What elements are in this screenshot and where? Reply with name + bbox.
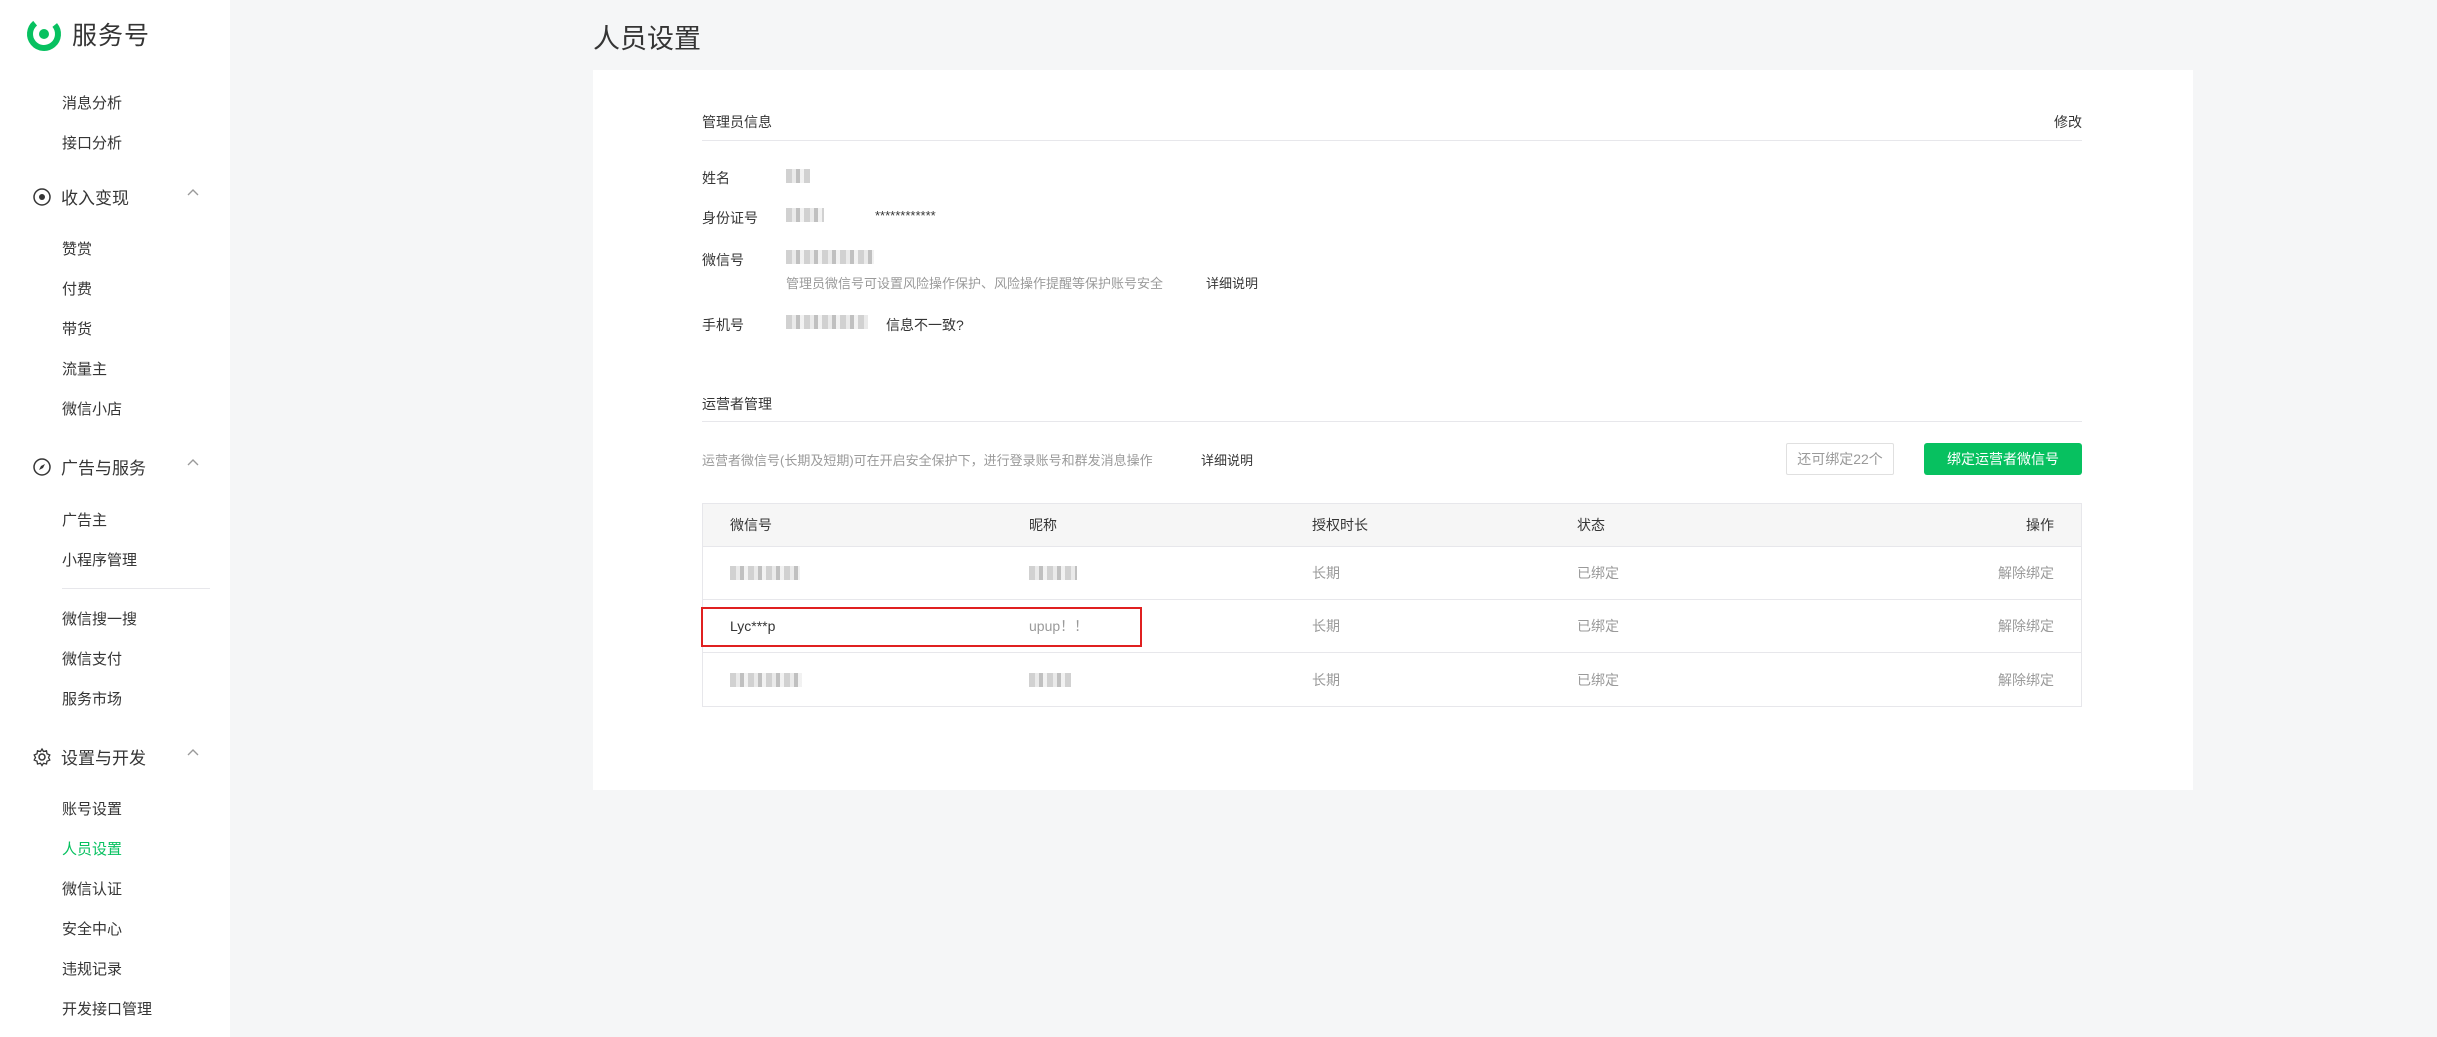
phone-value-redacted — [786, 315, 868, 329]
phone-mismatch-link[interactable]: 信息不一致? — [886, 315, 964, 335]
id-value-masked: ************ — [875, 208, 936, 223]
operators-table: 微信号 昵称 授权时长 状态 操作 长期 已绑定 解除绑定 Lyc***p up… — [702, 503, 2082, 707]
money-circle-icon — [33, 187, 51, 206]
unbind-link[interactable]: 解除绑定 — [1998, 670, 2054, 690]
chevron-up-icon — [187, 749, 199, 756]
sidebar-item-account-settings[interactable]: 账号设置 — [62, 798, 122, 819]
admin-divider — [702, 140, 2082, 141]
sidebar-group-ads-services[interactable]: 广告与服务 — [32, 454, 202, 479]
sidebar-item-goods[interactable]: 带货 — [62, 318, 92, 339]
logo[interactable]: 服务号 — [26, 16, 150, 52]
sidebar-item-paid[interactable]: 付费 — [62, 278, 92, 299]
duration-cell: 长期 — [1312, 671, 1340, 688]
sidebar-item-violations[interactable]: 违规记录 — [62, 958, 122, 979]
bind-operator-button[interactable]: 绑定运营者微信号 — [1924, 443, 2082, 475]
wechat-detail-link[interactable]: 详细说明 — [1206, 273, 1258, 292]
nickname-redacted — [1029, 672, 1071, 687]
page-title: 人员设置 — [593, 24, 701, 54]
col-nickname: 昵称 — [1029, 517, 1057, 533]
unbind-link[interactable]: 解除绑定 — [1998, 563, 2054, 583]
sidebar-item-verification[interactable]: 微信认证 — [62, 878, 122, 899]
status-cell: 已绑定 — [1577, 618, 1619, 634]
remaining-bind-count: 还可绑定22个 — [1786, 443, 1894, 475]
sidebar-item-api-analysis[interactable]: 接口分析 — [62, 132, 122, 153]
sidebar-item-market[interactable]: 服务市场 — [62, 688, 122, 709]
wechat-hint: 管理员微信号可设置风险操作保护、风险操作提醒等保护账号安全 — [786, 276, 1164, 291]
sidebar: 服务号 消息分析 接口分析 收入变现 赞赏 付费 带货 流量主 微信小店 广告与… — [0, 0, 230, 1037]
sidebar-item-reward[interactable]: 赞赏 — [62, 238, 92, 259]
phone-label: 手机号 — [702, 317, 744, 333]
sidebar-group-label: 设置与开发 — [61, 749, 146, 768]
wechat-value-redacted — [786, 250, 874, 264]
sidebar-item-security-center[interactable]: 安全中心 — [62, 918, 122, 939]
sidebar-group-monetization[interactable]: 收入变现 — [32, 184, 202, 209]
name-label: 姓名 — [702, 170, 730, 186]
app-name: 服务号 — [72, 22, 151, 50]
id-label: 身份证号 — [702, 210, 758, 226]
id-value-redacted — [786, 208, 824, 222]
sidebar-item-dev-interface[interactable]: 开发接口管理 — [62, 998, 152, 1019]
settings-card: 管理员信息 修改 姓名 身份证号 ************ 微信号 管理员微信号… — [593, 70, 2193, 790]
admin-section-title: 管理员信息 — [702, 114, 772, 130]
wechat-id-redacted — [730, 566, 800, 580]
logo-icon — [27, 17, 61, 51]
sidebar-item-search[interactable]: 微信搜一搜 — [62, 608, 137, 629]
sidebar-item-pay[interactable]: 微信支付 — [62, 648, 122, 669]
compass-icon — [33, 457, 51, 476]
chevron-up-icon — [187, 459, 199, 466]
nickname-cell: upup！！ — [1029, 618, 1089, 634]
wechat-id-cell: Lyc***p — [730, 618, 776, 634]
operators-section-title: 运营者管理 — [702, 396, 772, 412]
sidebar-divider — [62, 588, 210, 589]
table-row: 长期 已绑定 解除绑定 — [703, 653, 2081, 706]
sidebar-group-label: 收入变现 — [61, 189, 129, 208]
name-value-redacted — [786, 169, 810, 183]
status-cell: 已绑定 — [1577, 671, 1619, 688]
sidebar-item-shop[interactable]: 微信小店 — [62, 398, 122, 419]
col-duration: 授权时长 — [1312, 517, 1368, 533]
operators-divider — [702, 421, 2082, 422]
table-row: Lyc***p upup！！ 长期 已绑定 解除绑定 — [703, 600, 2081, 653]
nickname-redacted — [1029, 566, 1077, 580]
sidebar-item-personnel-settings[interactable]: 人员设置 — [62, 838, 122, 859]
sidebar-group-settings-dev[interactable]: 设置与开发 — [32, 744, 202, 769]
sidebar-group-label: 广告与服务 — [61, 459, 146, 478]
table-row: 长期 已绑定 解除绑定 — [703, 547, 2081, 600]
status-cell: 已绑定 — [1577, 565, 1619, 581]
wechat-label: 微信号 — [702, 252, 744, 268]
wechat-id-redacted — [730, 672, 802, 687]
col-action: 操作 — [2026, 517, 2054, 533]
edit-admin-link[interactable]: 修改 — [2054, 112, 2082, 132]
sidebar-item-traffic[interactable]: 流量主 — [62, 358, 107, 379]
chevron-up-icon — [187, 189, 199, 196]
table-header: 微信号 昵称 授权时长 状态 操作 — [703, 504, 2081, 547]
unbind-link[interactable]: 解除绑定 — [1998, 616, 2054, 636]
gear-icon — [33, 747, 51, 767]
duration-cell: 长期 — [1312, 618, 1340, 634]
sidebar-item-message-analysis[interactable]: 消息分析 — [62, 92, 122, 113]
operators-detail-link[interactable]: 详细说明 — [1201, 450, 1253, 469]
sidebar-item-advertiser[interactable]: 广告主 — [62, 509, 107, 530]
col-status: 状态 — [1577, 517, 1605, 533]
operators-description: 运营者微信号(长期及短期)可在开启安全保护下，进行登录账号和群发消息操作 — [702, 453, 1153, 468]
col-wechat-id: 微信号 — [730, 517, 772, 533]
sidebar-item-miniprogram[interactable]: 小程序管理 — [62, 549, 137, 570]
duration-cell: 长期 — [1312, 565, 1340, 581]
